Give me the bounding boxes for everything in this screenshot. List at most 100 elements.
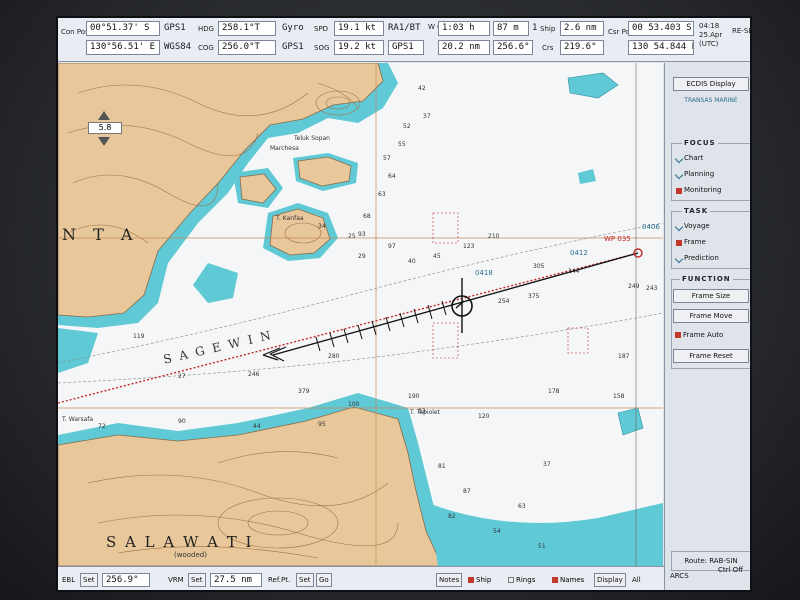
ship-toggle[interactable]: Ship — [468, 576, 491, 584]
bottom-toolbar: EBL Set 256.9° VRM Set 27.5 nm Ref.Pt. S… — [58, 566, 664, 590]
wop-xtd-side: 1 — [532, 23, 538, 33]
depth-sounding: 254 — [498, 298, 510, 305]
scale-widget[interactable]: 5.8 — [88, 111, 122, 153]
crs-label: Crs — [542, 44, 554, 52]
names-toggle-label: Names — [560, 576, 585, 584]
toggle-on-icon — [675, 332, 681, 338]
depth-sounding: 379 — [298, 388, 310, 395]
task-item-prediction[interactable]: Prediction — [684, 254, 719, 262]
cursor-lat: 00 53.403 S — [628, 21, 694, 36]
ecdis-screen: Con Pos 00°51.37' S 130°56.51' E GPS1 WG… — [56, 16, 752, 592]
frame-move-button[interactable]: Frame Move — [673, 309, 749, 323]
depth-sounding: 210 — [488, 233, 500, 240]
frame-size-button[interactable]: Frame Size — [673, 289, 749, 303]
clock-time: 04:18 — [699, 22, 720, 30]
focus-item-planning[interactable]: Planning — [684, 170, 714, 178]
depth-sounding: 37 — [423, 113, 431, 120]
top-info-bar: Con Pos 00°51.37' S 130°56.51' E GPS1 WG… — [58, 18, 750, 62]
depth-sounding: 87 — [463, 488, 471, 495]
depth-sounding: 243 — [646, 285, 658, 292]
con-pos-label: Con Pos — [61, 28, 89, 36]
vrm-label: VRM — [168, 576, 184, 584]
notes-button[interactable]: Notes — [436, 573, 463, 587]
scale-down-icon[interactable] — [98, 137, 110, 146]
ebl-label: EBL — [62, 576, 76, 584]
wop-distance: 20.2 nm — [438, 40, 490, 55]
spd-readout: 19.1 kt — [334, 21, 384, 36]
depth-sounding: 55 — [398, 141, 406, 148]
wp-0418-label: 0418 — [475, 269, 493, 277]
sog-source: GPS1 — [388, 40, 424, 55]
chart-canvas[interactable] — [58, 63, 663, 566]
active-marker-icon — [676, 240, 682, 246]
toggle-on-icon — [552, 577, 558, 583]
ctrl-off-button[interactable]: Ctrl Off — [718, 566, 743, 574]
ship-toggle-label: Ship — [476, 576, 492, 584]
depth-sounding: 25 — [348, 233, 356, 240]
spd-label: SPD — [314, 25, 329, 33]
focus-item-chart[interactable]: Chart — [684, 154, 703, 162]
cog-label: COG — [198, 44, 214, 52]
hdg-label: HDG — [198, 25, 215, 33]
ecdis-display-dropdown[interactable]: ECDIS Display — [673, 77, 749, 91]
depth-sounding: 246 — [248, 371, 260, 378]
nautical-chart[interactable]: 5.8 N T A S A L A W A T I (wooded) S A G… — [58, 63, 663, 566]
depth-sounding: 97 — [388, 243, 396, 250]
display-mode-all[interactable]: All — [632, 576, 641, 584]
go-button[interactable]: Go — [316, 573, 332, 587]
depth-sounding: 100 — [348, 401, 360, 408]
lon-readout: 130°56.51' E — [86, 40, 160, 55]
hdg-source: Gyro — [282, 23, 304, 33]
check-icon — [674, 170, 684, 180]
frame-reset-button[interactable]: Frame Reset — [673, 349, 749, 363]
vrm-set-button[interactable]: Set — [188, 573, 206, 587]
wp-0412-label: 0412 — [570, 249, 588, 257]
ebl-value[interactable]: 256.9° — [102, 573, 150, 587]
wop-time: 1:03 h — [438, 21, 490, 36]
function-heading: FUNCTION — [680, 275, 733, 283]
rings-toggle[interactable]: Rings — [508, 576, 535, 584]
reset-button[interactable]: RE-SET — [732, 26, 750, 36]
cursor-lon: 130 54.844 E — [628, 40, 694, 55]
cape-label-warsafa: T. Warsafa — [62, 416, 94, 423]
depth-sounding: 42 — [418, 85, 426, 92]
crs-readout: 219.6° — [560, 40, 604, 55]
depth-sounding: 280 — [328, 353, 340, 360]
control-panel: ECDIS Display TRANSAS MARINE FOCUS Chart… — [664, 63, 750, 590]
depth-sounding: 63 — [518, 503, 526, 510]
depth-sounding: 57 — [383, 155, 391, 162]
lat-source: GPS1 — [164, 23, 186, 33]
active-marker-icon — [676, 188, 682, 194]
focus-heading: FOCUS — [682, 139, 718, 147]
arcs-button[interactable]: ARCS — [670, 572, 689, 580]
ebl-set-button[interactable]: Set — [80, 573, 98, 587]
refpt-set-button[interactable]: Set — [296, 573, 314, 587]
frame-auto-label: Frame Auto — [683, 331, 724, 339]
depth-sounding: 34 — [318, 223, 326, 230]
wop-course: 256.6° — [493, 40, 533, 55]
focus-item-monitoring[interactable]: Monitoring — [684, 186, 721, 194]
wp-0406-label: 0406 — [642, 223, 660, 231]
depth-sounding: 29 — [358, 253, 366, 260]
depth-sounding: 95 — [318, 421, 326, 428]
island-label-marchesa: Marchesa — [270, 145, 299, 152]
task-item-voyage[interactable]: Voyage — [684, 222, 710, 230]
place-label-salawati: S A L A W A T I — [106, 533, 254, 551]
frame-auto-toggle[interactable]: Frame Auto — [675, 331, 723, 339]
scale-up-icon[interactable] — [98, 111, 110, 120]
depth-sounding: 190 — [408, 393, 420, 400]
scale-value: 5.8 — [88, 122, 122, 134]
wop-label: W O P — [428, 23, 449, 31]
names-toggle[interactable]: Names — [552, 576, 584, 584]
depth-sounding: 81 — [438, 463, 446, 470]
depth-sounding: 40 — [408, 258, 416, 265]
depth-sounding: 51 — [538, 543, 546, 550]
depth-sounding: 120 — [478, 413, 490, 420]
vrm-value[interactable]: 27.5 nm — [210, 573, 262, 587]
task-group: TASK Voyage Frame Prediction — [671, 207, 750, 269]
depth-sounding: 45 — [433, 253, 441, 260]
task-item-frame[interactable]: Frame — [684, 238, 706, 246]
display-button[interactable]: Display — [594, 573, 626, 587]
depth-sounding: 64 — [388, 173, 396, 180]
depth-sounding: 44 — [253, 423, 261, 430]
